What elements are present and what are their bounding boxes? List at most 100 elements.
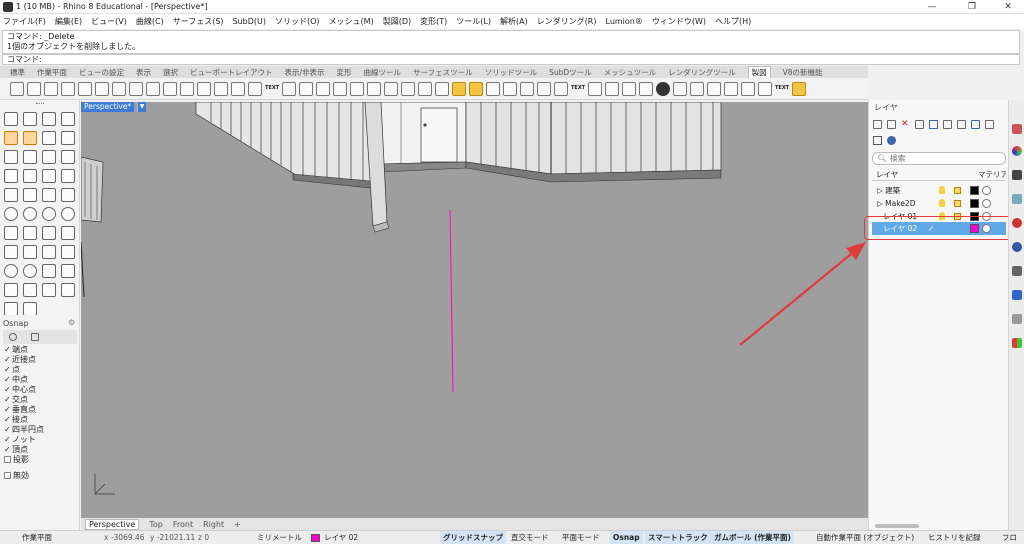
- layer-row[interactable]: ▷ 建築: [872, 184, 1006, 197]
- dimension-icon[interactable]: [129, 81, 143, 96]
- status-osnap[interactable]: Osnap: [610, 531, 643, 544]
- tab-mesh-tools[interactable]: メッシュツール: [604, 67, 657, 78]
- tab-solid-tools[interactable]: ソリッドツール: [485, 67, 538, 78]
- move-out-icon[interactable]: [957, 120, 966, 129]
- dimension-icon[interactable]: [214, 81, 228, 96]
- ellipse-icon[interactable]: [4, 264, 18, 278]
- curve-icon[interactable]: [4, 150, 18, 164]
- status-auto-cplane[interactable]: 自動作業平面 (オブジェクト): [816, 531, 914, 544]
- osnap-item-knot[interactable]: ✓ノット: [4, 435, 44, 445]
- dimension-icon[interactable]: [27, 81, 41, 96]
- render-icon[interactable]: [1012, 338, 1022, 348]
- expand-icon[interactable]: ▷: [877, 199, 883, 208]
- block-icon[interactable]: [707, 81, 721, 96]
- status-smart-track[interactable]: スマートトラック: [645, 531, 711, 544]
- curve-icon[interactable]: [42, 131, 56, 145]
- dimension-icon[interactable]: [10, 81, 24, 96]
- line-icon[interactable]: [4, 188, 18, 202]
- tab-viewport-layout[interactable]: ビューポートレイアウト: [190, 67, 273, 78]
- filter-icon[interactable]: [31, 333, 39, 341]
- dimension-icon[interactable]: [78, 81, 92, 96]
- circle-icon[interactable]: [61, 207, 75, 221]
- notification-icon[interactable]: [1012, 290, 1022, 300]
- arc-icon[interactable]: [42, 245, 56, 259]
- lock-icon[interactable]: [954, 187, 961, 194]
- arc-icon[interactable]: [4, 226, 18, 240]
- block-icon[interactable]: [673, 81, 687, 96]
- status-cplane[interactable]: 作業平面: [22, 531, 52, 544]
- dimension-icon[interactable]: [61, 81, 75, 96]
- curve-icon[interactable]: [42, 169, 56, 183]
- delete-layer-icon[interactable]: ✕: [901, 120, 910, 129]
- tab-visibility[interactable]: 表示/非表示: [285, 67, 325, 78]
- tab-right[interactable]: Right: [203, 520, 224, 529]
- command-prompt[interactable]: コマンド:: [2, 54, 1020, 65]
- hatch-icon[interactable]: [520, 81, 534, 96]
- open-folder-icon[interactable]: [792, 81, 806, 96]
- polygon-icon[interactable]: [61, 283, 75, 297]
- dimension-icon[interactable]: [180, 81, 194, 96]
- text-object-icon[interactable]: TEXT: [775, 82, 789, 96]
- dot-icon[interactable]: [656, 81, 670, 96]
- maximize-button[interactable]: ❐: [958, 1, 986, 13]
- rectangle-icon[interactable]: [42, 264, 56, 278]
- panel-settings-icon[interactable]: ⚙: [68, 318, 75, 327]
- move-icon[interactable]: [23, 302, 37, 316]
- tab-top[interactable]: Top: [149, 520, 163, 529]
- annotation-icon[interactable]: [622, 81, 636, 96]
- help-icon[interactable]: [887, 136, 896, 145]
- menu-analyze[interactable]: 解析(A): [500, 16, 528, 27]
- status-gumball[interactable]: ガムボール (作業平面): [711, 531, 794, 544]
- menu-curve[interactable]: 曲線(C): [136, 16, 164, 27]
- dimension-icon[interactable]: [95, 81, 109, 96]
- block-icon[interactable]: [690, 81, 704, 96]
- gumball-icon[interactable]: [4, 131, 18, 145]
- move-down-icon[interactable]: [943, 120, 952, 129]
- select-icon[interactable]: [4, 112, 18, 126]
- menu-render[interactable]: レンダリング(R): [537, 16, 597, 27]
- line-icon[interactable]: [61, 112, 75, 126]
- status-filter[interactable]: フロ: [1002, 531, 1017, 544]
- leader-icon[interactable]: [282, 81, 296, 96]
- osnap-item-quad[interactable]: ✓四半円点: [4, 425, 44, 435]
- hatch-icon[interactable]: [452, 81, 466, 96]
- status-planar[interactable]: 平面モード: [562, 531, 600, 544]
- tab-cplanes[interactable]: 作業平面: [37, 67, 67, 78]
- leader-icon[interactable]: [350, 81, 364, 96]
- dimension-icon[interactable]: [163, 81, 177, 96]
- dimension-icon[interactable]: [112, 81, 126, 96]
- arc-icon[interactable]: [23, 226, 37, 240]
- menu-transform[interactable]: 変形(T): [420, 16, 447, 27]
- filter-icon[interactable]: [971, 120, 980, 129]
- arc-icon[interactable]: [23, 245, 37, 259]
- new-layer-icon[interactable]: [873, 120, 882, 129]
- tab-drafting[interactable]: 製図: [747, 66, 771, 78]
- leader-icon[interactable]: [316, 81, 330, 96]
- status-units[interactable]: ミリメートル: [257, 531, 302, 544]
- polyline-icon[interactable]: [42, 112, 56, 126]
- menu-help[interactable]: ヘルプ(H): [715, 16, 751, 27]
- tab-render-tools[interactable]: レンダリングツール: [668, 67, 736, 78]
- expand-icon[interactable]: ▷: [877, 186, 883, 195]
- osnap-item-tangent[interactable]: ✓接点: [4, 415, 44, 425]
- dimension-icon[interactable]: [197, 81, 211, 96]
- library-icon[interactable]: [1012, 314, 1022, 324]
- text-field-icon[interactable]: TEXT: [571, 82, 585, 96]
- leader-icon[interactable]: [333, 81, 347, 96]
- point-icon[interactable]: [23, 112, 37, 126]
- viewport-menu-icon[interactable]: ▼: [137, 102, 146, 112]
- osnap-item-center[interactable]: ✓中心点: [4, 385, 44, 395]
- hatch-icon[interactable]: [503, 81, 517, 96]
- annotation-icon[interactable]: [639, 81, 653, 96]
- ellipse-icon[interactable]: [23, 264, 37, 278]
- line-icon[interactable]: [23, 188, 37, 202]
- osnap-item-project[interactable]: 投影: [4, 455, 44, 465]
- copy-layer-icon[interactable]: [915, 120, 924, 129]
- status-grid-snap[interactable]: グリッドスナップ: [440, 531, 506, 544]
- rectangle-icon[interactable]: [61, 264, 75, 278]
- curve-icon[interactable]: [23, 150, 37, 164]
- toolbox-grip[interactable]: [36, 103, 44, 106]
- status-layer[interactable]: レイヤ 02: [324, 531, 358, 544]
- circle-icon[interactable]: [42, 207, 56, 221]
- menu-edit[interactable]: 編集(E): [55, 16, 82, 27]
